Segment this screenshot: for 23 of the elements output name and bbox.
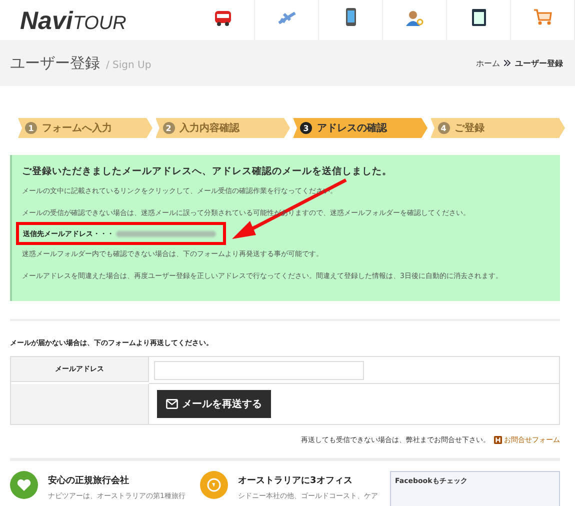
email-input[interactable] [154,361,364,380]
breadcrumb-item[interactable]: ホーム [476,58,500,68]
progress-step: 3 アドレスの確認 [293,118,428,138]
resend-button[interactable]: メールを再送する [157,390,271,418]
navitour-logo[interactable]: NaviTOUR [20,7,176,40]
clipboard-icon[interactable] [472,8,486,26]
smartphone-icon[interactable] [346,8,356,26]
notice-heading: ご登録いただきましたメールアドレスへ、アドレス確認のメールを送信しました。 [22,165,393,178]
page-title: ユーザー登録 [10,54,100,72]
h-icon [494,436,502,444]
breadcrumb-item: ユーザー登録 [515,58,563,68]
airplane-icon[interactable] [278,10,296,26]
feature-title: オーストラリアに3オフィス [238,475,354,487]
progress-step: 4 ご登録 [430,118,565,138]
page-subtitle: / Sign Up [106,60,152,71]
envelope-icon [166,399,178,409]
progress-step: 2 入力内容確認 [156,118,290,138]
feature-title: 安心の正規旅行会社 [48,474,130,487]
progress-step: 1 フォームへ入力 [18,118,152,138]
chevrons-icon [504,60,511,66]
bus-icon[interactable] [214,10,232,26]
cart-icon[interactable] [532,8,552,26]
user-key-icon[interactable] [406,10,424,26]
